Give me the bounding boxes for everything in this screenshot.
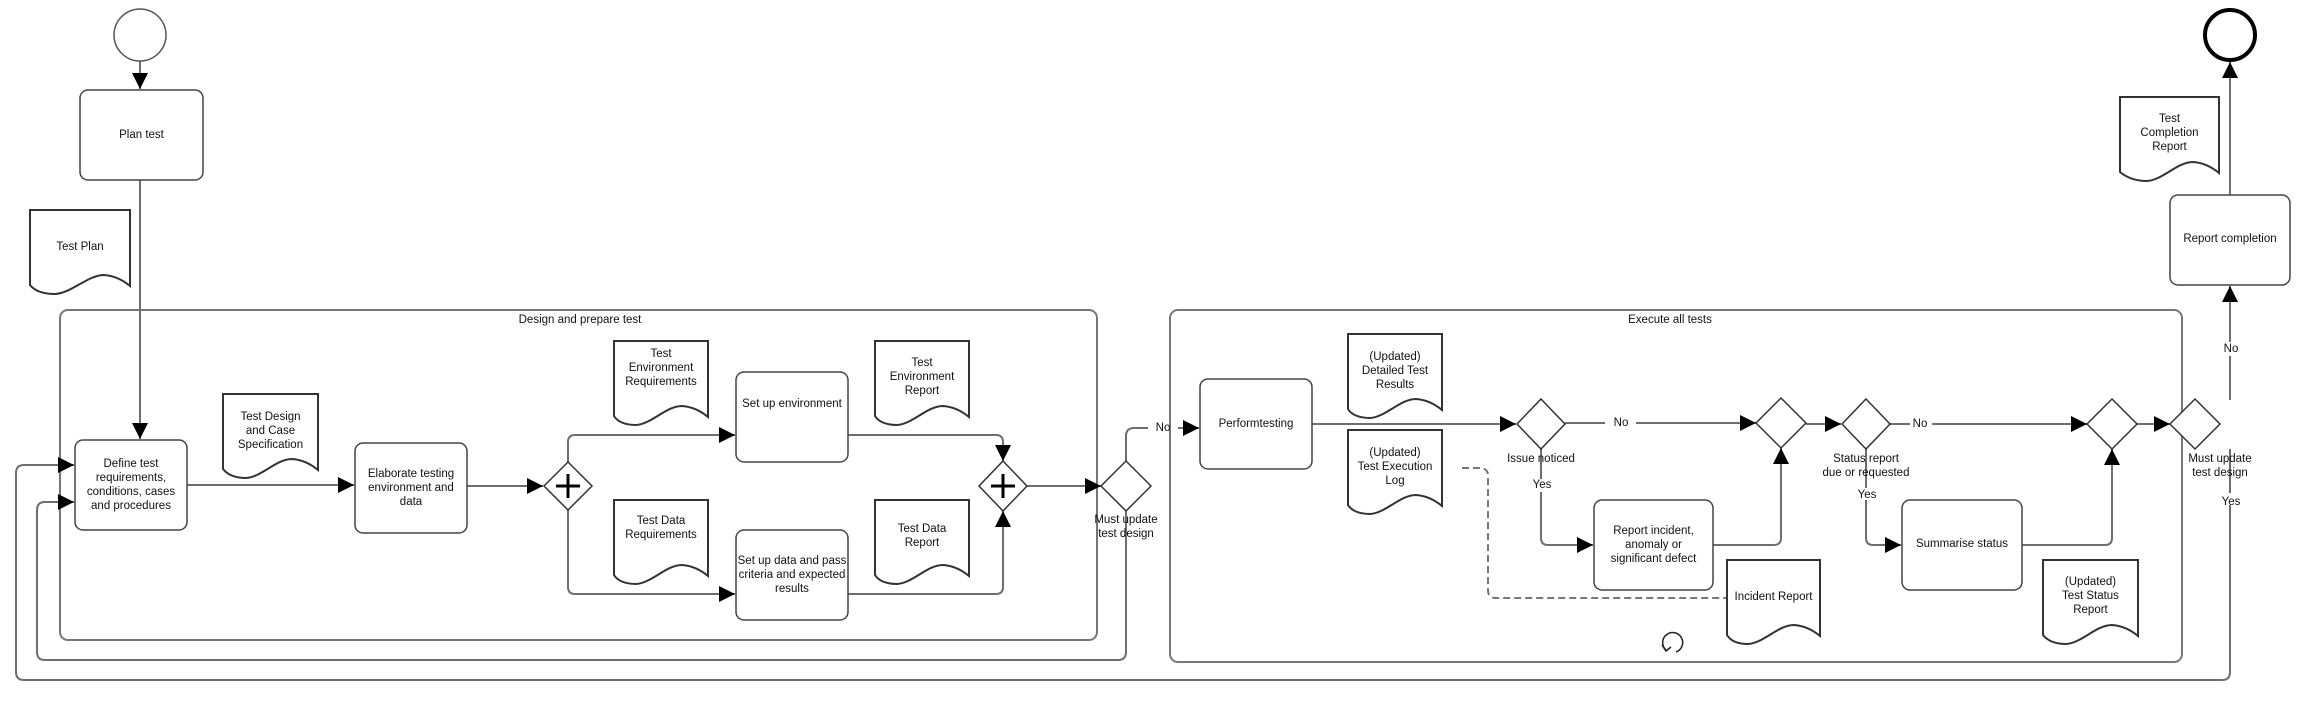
- gateway-status-due-label: Status report due or requested: [1822, 453, 1910, 479]
- flow-summarise-merge2: [2022, 449, 2120, 546]
- doc-test-plan: Test Plan: [56, 241, 104, 253]
- flow-setupenv-join: [848, 434, 1011, 461]
- gateway-merge-2[interactable]: [2085, 397, 2139, 451]
- doc-data-req: Test Data Requirements: [625, 515, 697, 541]
- doc-test-design: Test Design and Case Specification: [237, 411, 304, 451]
- doc-data-report: Test Data Report: [897, 523, 947, 549]
- doc-incident-report: Incident Report: [1734, 591, 1813, 603]
- doc-env-report: Test Environment Report: [889, 357, 955, 397]
- flow-label-yes-2: Yes: [2221, 496, 2241, 508]
- doc-completion-report: Test Completion Report: [2140, 113, 2199, 153]
- task-plan-test[interactable]: Plan test: [80, 90, 203, 180]
- gateway-merge-1[interactable]: [1754, 396, 1808, 450]
- gateway-issue-noticed[interactable]: [1515, 397, 1567, 451]
- flow-label-no-status: No: [1912, 418, 1928, 430]
- flow-reportincident-merge: [1713, 448, 1789, 546]
- doc-status-report: (Updated) Test Status Report: [2062, 576, 2119, 616]
- task-report-completion[interactable]: Report completion: [2170, 195, 2290, 285]
- task-setup-data[interactable]: Set up data and pass criteria and expect…: [736, 530, 848, 620]
- bpmn-canvas: [15, 8, 2291, 681]
- flow-label-no-2: No: [2223, 343, 2239, 355]
- loop-icon: [1661, 631, 1684, 653]
- flow-label-no-1: No: [1155, 422, 1171, 434]
- gateway-must-update-2-label: Must update test design: [2188, 453, 2252, 479]
- gateway-must-update-1[interactable]: [1099, 459, 1153, 513]
- subprocess-design-title: Design and prepare test: [518, 314, 642, 326]
- subprocess-execute-title: Execute all tests: [1628, 314, 1712, 326]
- gateway-issue-noticed-label: Issue noticed: [1507, 453, 1575, 465]
- flow-fork-setupenv: [567, 427, 735, 462]
- task-report-incident[interactable]: Report incident, anomaly or significant …: [1594, 500, 1713, 590]
- gateway-must-update-1-label: Must update test design: [1094, 514, 1158, 540]
- task-define[interactable]: Define test requirements, conditions, ca…: [75, 440, 187, 530]
- gateway-must-update-2[interactable]: [2168, 397, 2222, 451]
- flow-label-no-issue: No: [1613, 417, 1629, 429]
- task-setup-env[interactable]: Set up environment: [736, 372, 848, 436]
- doc-detailed-results: (Updated) Detailed Test Results: [1361, 351, 1429, 391]
- task-elaborate[interactable]: Elaborate testing environment and data: [355, 443, 467, 533]
- doc-env-req: Test Environment Requirements: [625, 348, 697, 388]
- gateway-status-due[interactable]: [1840, 397, 1892, 451]
- start-event[interactable]: [113, 8, 167, 62]
- subprocess-execute-box[interactable]: [1169, 309, 2183, 663]
- flow-label-yes-issue: Yes: [1532, 479, 1552, 491]
- task-perform[interactable]: Performtesting: [1200, 379, 1312, 467]
- doc-data-req-shape[interactable]: [613, 499, 709, 586]
- task-summarise[interactable]: Summarise status: [1902, 500, 2022, 590]
- doc-exec-log: (Updated) Test Execution Log: [1357, 447, 1433, 487]
- flow-label-yes-status: Yes: [1857, 489, 1877, 501]
- end-event[interactable]: [2203, 8, 2257, 62]
